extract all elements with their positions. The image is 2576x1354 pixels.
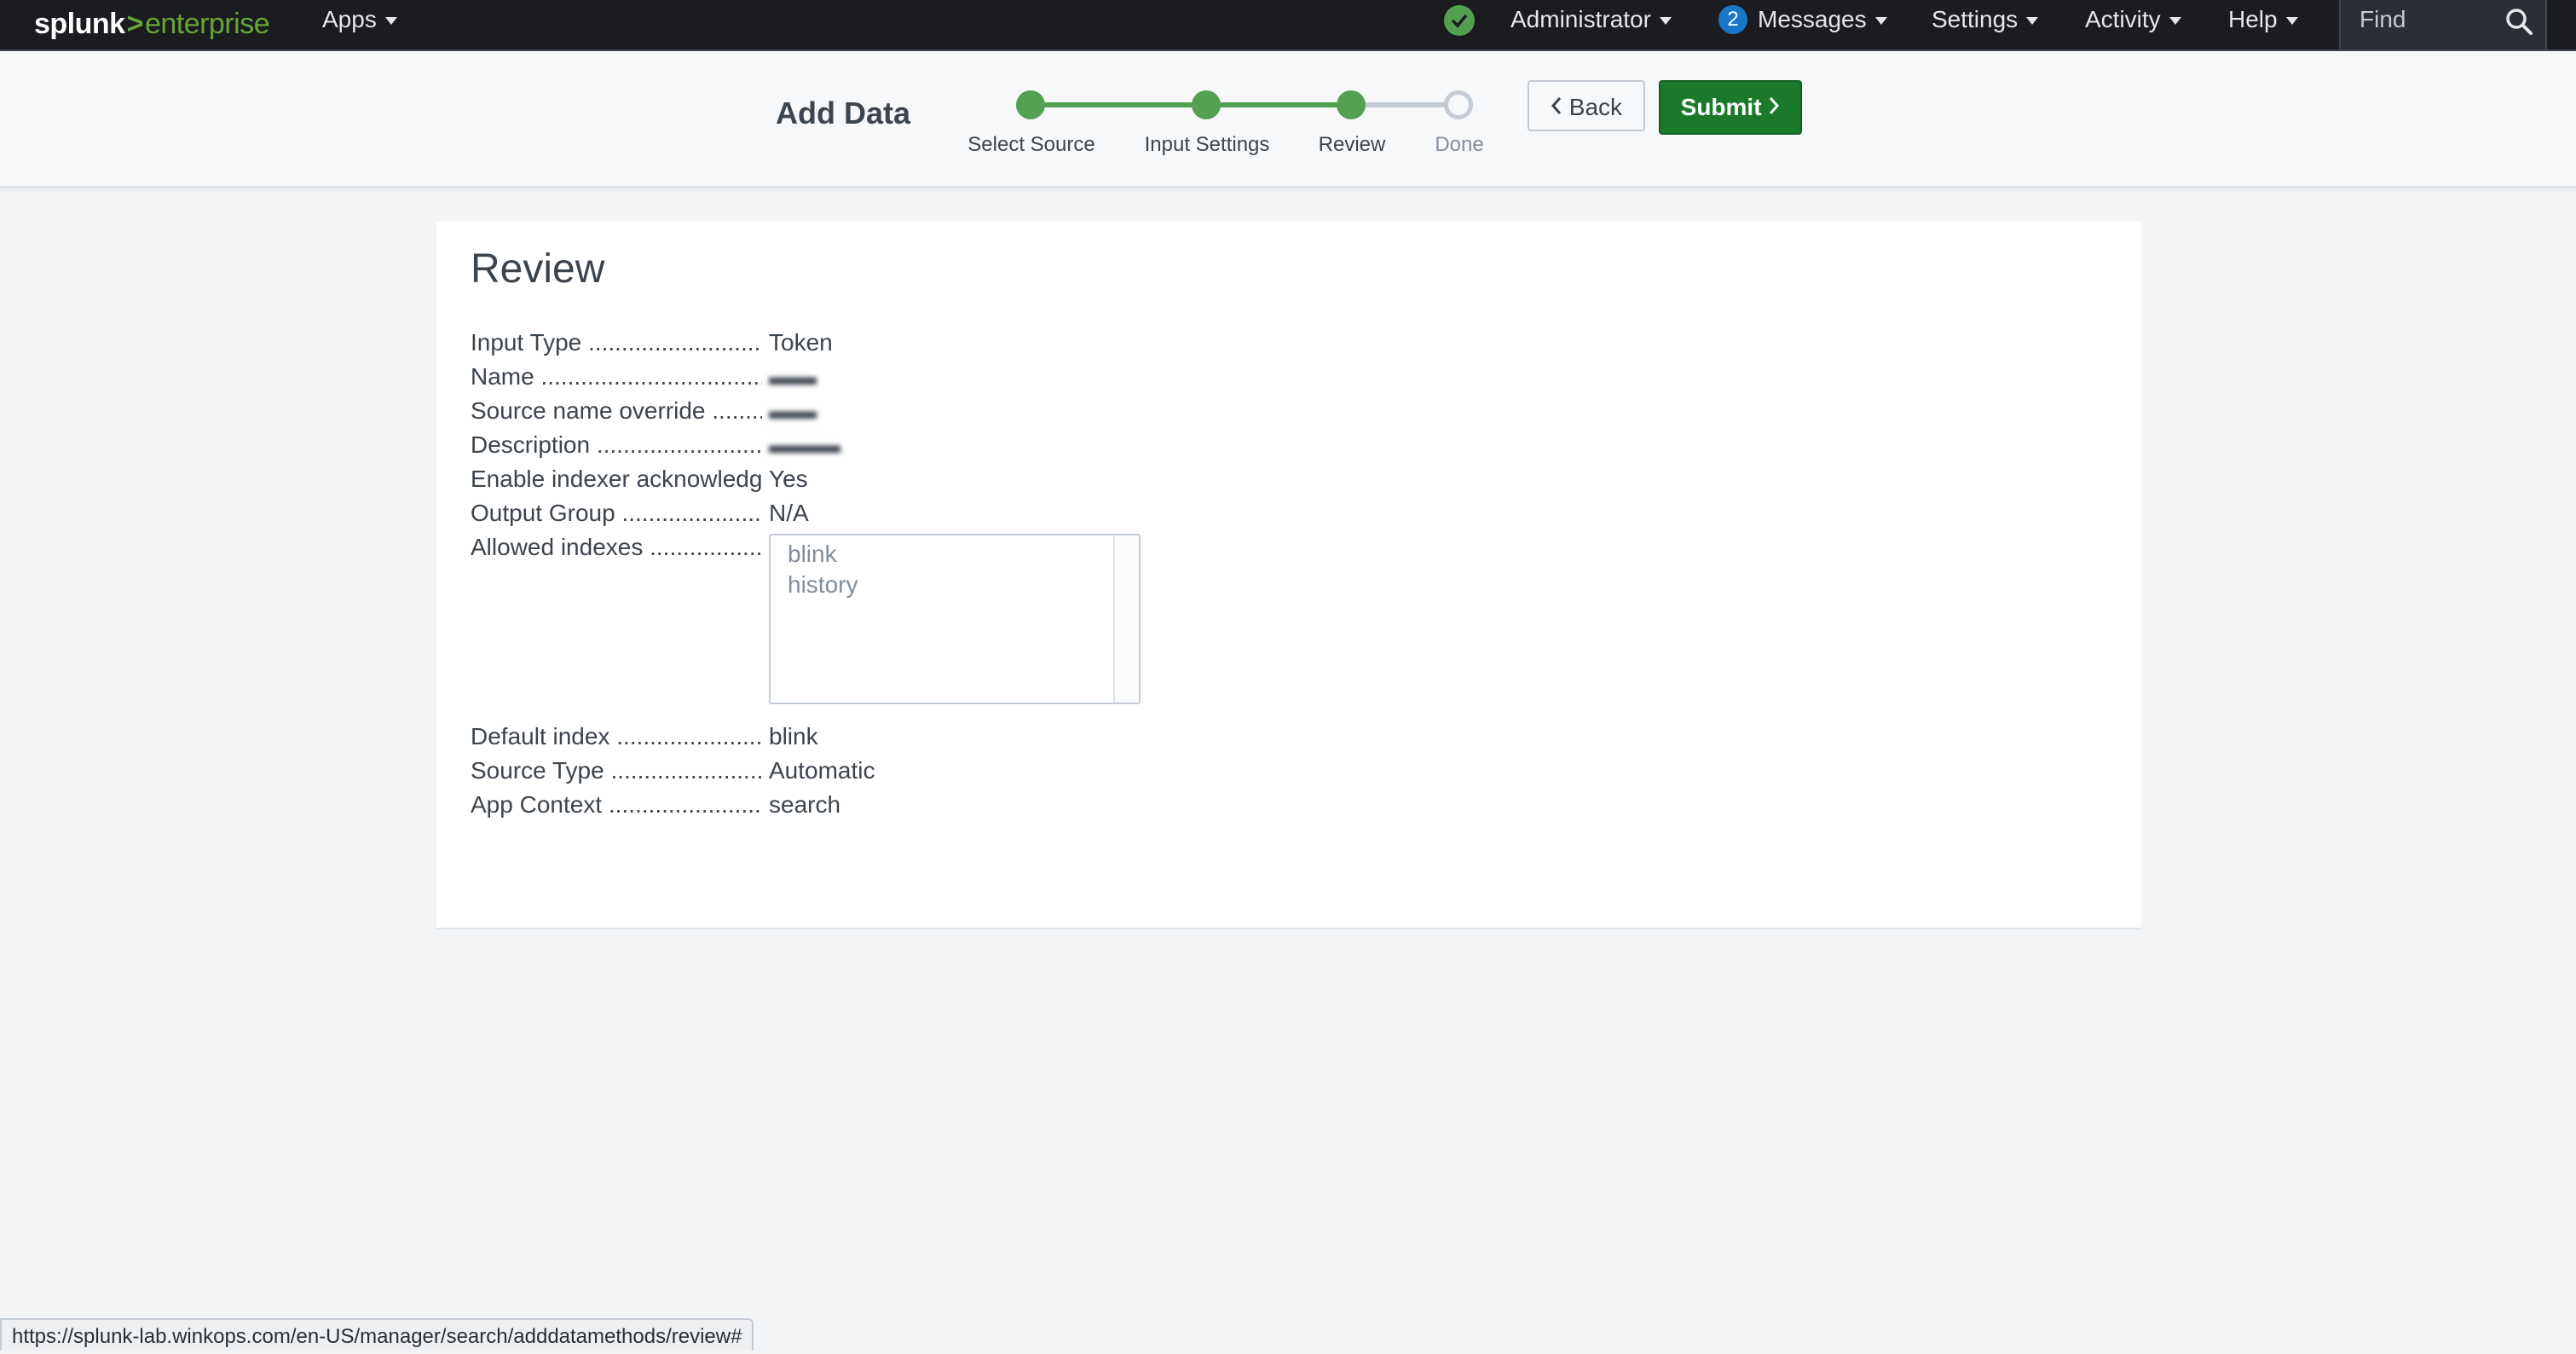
help-menu[interactable]: Help xyxy=(2228,0,2298,39)
logo-text-enterprise: enterprise xyxy=(144,8,270,40)
field-value: Yes xyxy=(769,466,808,492)
field-value-redacted: ▬▬▬ xyxy=(769,431,840,458)
field-value: Token xyxy=(769,329,833,356)
field-value-redacted: ▬▬ xyxy=(769,363,817,390)
administrator-menu[interactable]: Administrator xyxy=(1510,0,1672,39)
administrator-menu-label: Administrator xyxy=(1510,6,1651,32)
logo-separator: > xyxy=(126,8,144,40)
step-progress-line-complete xyxy=(1030,102,1352,107)
settings-menu[interactable]: Settings xyxy=(1932,0,2039,39)
chevron-down-icon xyxy=(1874,17,1887,26)
field-key: Source name override ......... xyxy=(471,397,762,424)
field-key: Enable indexer acknowledg xyxy=(471,466,762,492)
submit-button[interactable]: Submit xyxy=(1659,80,1802,135)
settings-menu-label: Settings xyxy=(1932,6,2019,32)
search-icon[interactable] xyxy=(2504,7,2533,40)
field-value: Automatic xyxy=(769,757,875,784)
step-progress-line-pending xyxy=(1352,102,1458,107)
field-key: Description ............................… xyxy=(471,431,762,458)
field-key: App Context ........................... xyxy=(471,791,762,818)
messages-count-badge: 2 xyxy=(1718,4,1747,34)
activity-menu[interactable]: Activity xyxy=(2085,0,2181,39)
step-label-input-settings: Input Settings xyxy=(1144,133,1270,156)
field-key: Allowed indexes ................... xyxy=(471,534,762,560)
apps-menu[interactable]: Apps xyxy=(322,0,397,39)
step-dot-review xyxy=(1337,90,1366,119)
step-label-done: Done xyxy=(1435,133,1484,156)
step-dot-input-settings xyxy=(1192,90,1221,119)
status-url-bar: https://splunk-lab.winkops.com/en-US/man… xyxy=(0,1318,754,1351)
help-menu-label: Help xyxy=(2228,6,2278,32)
chevron-down-icon xyxy=(384,17,397,26)
field-value: N/A xyxy=(769,500,809,526)
messages-menu-label: Messages xyxy=(1758,6,1867,32)
top-navigation-bar: splunk>enterprise Apps Administrator 2 Me… xyxy=(0,0,2576,51)
submit-button-label: Submit xyxy=(1680,94,1762,120)
chevron-down-icon xyxy=(1659,17,1672,26)
chevron-left-icon xyxy=(1551,82,1562,133)
field-key: Output Group ........................ xyxy=(471,500,762,526)
field-key: Input Type .............................… xyxy=(471,329,762,356)
splunk-logo[interactable]: splunk>enterprise xyxy=(34,5,270,43)
field-value-redacted: ▬▬ xyxy=(769,397,817,424)
review-title: Review xyxy=(471,246,605,292)
back-button[interactable]: Back xyxy=(1528,80,1645,131)
back-button-label: Back xyxy=(1568,94,1623,120)
logo-text-splunk: splunk xyxy=(34,8,125,40)
field-key: Name ...................................… xyxy=(471,363,762,390)
field-key: Default index ......................... xyxy=(471,723,762,749)
listbox-option[interactable]: history xyxy=(788,570,858,600)
listbox-scrollbar[interactable] xyxy=(1113,535,1139,703)
field-value: blink xyxy=(769,723,818,749)
apps-menu-label: Apps xyxy=(322,6,377,32)
chevron-down-icon xyxy=(2285,17,2298,26)
field-value: search xyxy=(769,791,841,818)
add-data-step-header: Add Data Select Source Input Settings Re… xyxy=(0,51,2576,188)
step-dot-select-source xyxy=(1016,90,1045,119)
field-key: Source Type ........................... xyxy=(471,757,762,784)
review-panel: Review Input Type ......................… xyxy=(436,222,2141,929)
step-label-select-source: Select Source xyxy=(967,133,1095,156)
page-title: Add Data xyxy=(776,95,911,130)
allowed-indexes-listbox[interactable]: blink history xyxy=(769,534,1141,704)
check-circle-icon[interactable] xyxy=(1444,5,1475,36)
find-input-placeholder[interactable]: Find xyxy=(2359,0,2406,39)
chevron-down-icon xyxy=(2026,17,2039,26)
messages-menu[interactable]: 2 Messages xyxy=(1718,0,1887,39)
chevron-right-icon xyxy=(1768,82,1780,133)
find-search-box[interactable]: Find xyxy=(2339,0,2547,49)
chevron-down-icon xyxy=(2169,17,2181,26)
listbox-option[interactable]: blink xyxy=(788,539,837,570)
activity-menu-label: Activity xyxy=(2085,6,2161,32)
step-label-review: Review xyxy=(1318,133,1386,156)
step-dot-done xyxy=(1444,90,1473,119)
